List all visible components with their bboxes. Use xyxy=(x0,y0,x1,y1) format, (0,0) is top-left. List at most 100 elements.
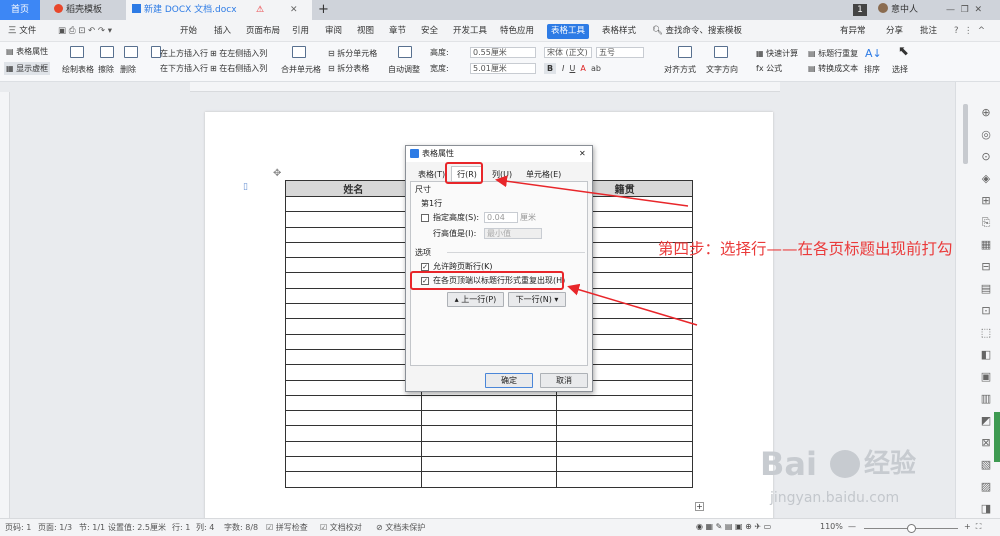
menu-layout[interactable]: 页面布局 xyxy=(246,24,280,39)
tab-table[interactable]: 表格(T) xyxy=(418,170,445,180)
table-cell[interactable] xyxy=(285,410,422,427)
tab-docer[interactable]: 稻壳模板 xyxy=(48,0,123,20)
zoom-in-icon[interactable]: + ⛶ xyxy=(964,522,981,532)
menu-special[interactable]: 特色应用 xyxy=(500,24,534,39)
close-icon[interactable]: ✕ xyxy=(579,149,586,159)
table-cell[interactable] xyxy=(285,257,422,274)
row-height-mode-select[interactable]: 最小值 xyxy=(484,228,542,239)
new-tab-icon[interactable]: + xyxy=(318,0,334,20)
table-move-handle[interactable]: ✥ xyxy=(273,168,281,179)
merge-cells-button[interactable]: 合并单元格 xyxy=(281,64,321,75)
table-properties-button[interactable]: ▤ 表格属性 xyxy=(6,46,48,57)
table-row[interactable] xyxy=(285,456,693,473)
close-tab-icon[interactable]: ✕ xyxy=(290,0,298,20)
split-table-button[interactable]: ⊟ 拆分表格 xyxy=(328,63,369,74)
side-panel-tab[interactable] xyxy=(994,412,1000,462)
dialog-titlebar[interactable]: 表格属性 ✕ xyxy=(406,146,592,162)
table-cell[interactable] xyxy=(556,394,693,412)
table-cell[interactable] xyxy=(420,456,558,473)
formula-button[interactable]: fx 公式 xyxy=(756,63,782,74)
autofit-button[interactable]: 自动调整 xyxy=(388,64,420,75)
next-row-button[interactable]: 下一行(N) ▾ xyxy=(508,292,566,307)
menu-start[interactable]: 开始 xyxy=(180,24,197,39)
table-cell[interactable] xyxy=(556,410,693,427)
table-cell[interactable] xyxy=(285,241,422,259)
proofread-button[interactable]: ☑ 文档校对 xyxy=(320,522,362,533)
menu-security[interactable]: 安全 xyxy=(421,24,438,39)
row-height-field[interactable]: 0.04 xyxy=(484,212,518,223)
menu-review[interactable]: 审阅 xyxy=(325,24,342,39)
align-button[interactable]: 对齐方式 xyxy=(664,64,696,75)
table-row[interactable] xyxy=(285,410,693,427)
table-cell[interactable] xyxy=(556,456,693,473)
insert-above-button[interactable]: 在上方插入行 xyxy=(146,48,208,59)
quick-access-toolbar[interactable]: ▣ ⎙ ⊡ ↶ ↷ ▾ xyxy=(58,24,112,39)
table-row[interactable] xyxy=(285,440,693,458)
menu-table-tools[interactable]: 表格工具 xyxy=(547,24,590,39)
tab-home[interactable]: 首页 xyxy=(0,0,40,20)
insert-left-button[interactable]: ⊞ 在左侧插入列 xyxy=(210,48,267,59)
sort-button[interactable]: 排序 xyxy=(864,64,880,75)
table-cell[interactable] xyxy=(285,456,422,473)
table-cell[interactable] xyxy=(285,379,422,396)
format-buttons[interactable]: I U A ab xyxy=(562,63,601,74)
table-cell[interactable] xyxy=(285,303,422,320)
select-button[interactable]: 选择 xyxy=(892,64,908,75)
menu-share[interactable]: 分享 xyxy=(886,24,903,39)
table-cell[interactable] xyxy=(285,287,422,305)
table-row[interactable] xyxy=(285,394,693,412)
delete-button[interactable]: 删除 xyxy=(120,64,136,75)
quick-calc-button[interactable]: ▦ 快速计算 xyxy=(756,48,798,59)
table-cell[interactable] xyxy=(420,394,558,412)
table-cell[interactable] xyxy=(556,471,693,488)
scrollbar-thumb[interactable] xyxy=(963,104,968,164)
bold-button[interactable]: B xyxy=(544,63,557,74)
zoom-out-icon[interactable]: — xyxy=(848,522,856,531)
erase-button[interactable]: 擦除 xyxy=(98,64,114,75)
font-size-select[interactable]: 五号 xyxy=(596,47,644,58)
table-cell[interactable] xyxy=(285,394,422,412)
add-row-icon[interactable]: + xyxy=(695,502,704,511)
insert-right-button[interactable]: ⊞ 在右侧插入列 xyxy=(210,63,267,74)
menu-file[interactable]: 三 文件 xyxy=(8,24,36,39)
row-height-input[interactable]: 0.55厘米 xyxy=(470,47,536,58)
table-header-name[interactable]: 姓名 xyxy=(285,180,422,197)
menu-table-style[interactable]: 表格样式 xyxy=(602,24,636,39)
spell-check-button[interactable]: ☑ 拼写检查 xyxy=(266,522,308,533)
tab-column[interactable]: 列(U) xyxy=(492,170,512,180)
tab-cell[interactable]: 单元格(E) xyxy=(526,170,561,180)
menu-insert[interactable]: 插入 xyxy=(214,24,231,39)
ok-button[interactable]: 确定 xyxy=(485,373,533,388)
table-cell[interactable] xyxy=(420,440,558,458)
menu-comment[interactable]: 批注 xyxy=(920,24,937,39)
menu-reference[interactable]: 引用 xyxy=(292,24,309,39)
table-cell[interactable] xyxy=(285,440,422,458)
sidebar-tool-icons[interactable]: ⊕ ◎ ⊙ ◈ ⊞ ⎘ ▦ ⊟ ▤ ⊡ ⬚ ◧ ▣ ▥ ◩ ⊠ ▧ ▨ ◨ xyxy=(978,102,994,520)
table-row[interactable] xyxy=(285,425,693,442)
table-cell[interactable] xyxy=(285,364,422,381)
table-cell[interactable] xyxy=(285,348,422,366)
zoom-level[interactable]: 110% xyxy=(820,522,843,531)
table-cell[interactable] xyxy=(285,272,422,289)
show-grid-button[interactable]: ▦ 显示虚框 xyxy=(4,62,51,75)
title-repeat-button[interactable]: ▤ 标题行重复 xyxy=(808,48,858,59)
col-width-input[interactable]: 5.01厘米 xyxy=(470,63,536,74)
font-select[interactable]: 宋体 (正文) xyxy=(544,47,592,58)
prev-row-button[interactable]: ▴ 上一行(P) xyxy=(447,292,504,307)
split-cells-button[interactable]: ⊟ 拆分单元格 xyxy=(328,48,377,59)
menu-chapter[interactable]: 章节 xyxy=(389,24,406,39)
tab-document[interactable]: 新建 DOCX 文档.docx ⚠ ✕ xyxy=(126,0,312,20)
table-cell[interactable] xyxy=(556,440,693,458)
table-cell[interactable] xyxy=(285,211,422,228)
table-cell[interactable] xyxy=(556,425,693,442)
text-direction-button[interactable]: 文字方向 xyxy=(706,64,738,75)
zoom-slider-handle[interactable] xyxy=(907,524,916,533)
help-icon[interactable]: ? ⋮ ^ xyxy=(954,24,985,39)
command-search[interactable]: 🔍︎ 查找命令、搜索模板 xyxy=(652,24,742,39)
table-cell[interactable] xyxy=(285,425,422,442)
menu-view[interactable]: 视图 xyxy=(357,24,374,39)
user-account[interactable]: 意中人 xyxy=(872,0,932,20)
table-cell[interactable] xyxy=(285,195,422,213)
cancel-button[interactable]: 取消 xyxy=(540,373,588,388)
specify-height-checkbox[interactable] xyxy=(421,214,429,222)
